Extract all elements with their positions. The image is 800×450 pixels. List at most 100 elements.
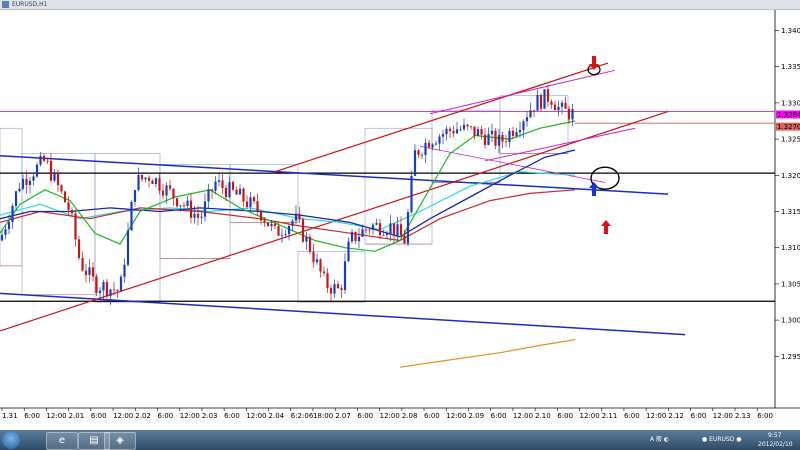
candle-body xyxy=(452,131,455,134)
mt4-icon[interactable]: ◈ xyxy=(104,432,136,450)
candle-body xyxy=(490,130,494,135)
candle-body xyxy=(102,282,105,291)
candle-body xyxy=(263,220,266,223)
candle-body xyxy=(266,222,270,227)
candle-body xyxy=(70,210,74,214)
candle-body xyxy=(242,188,245,202)
time-tick-label: 2.08 xyxy=(402,412,418,420)
time-tick-label: 6:00 xyxy=(557,412,573,420)
candle-body xyxy=(182,205,186,207)
candle-body xyxy=(228,182,231,198)
candle-body xyxy=(382,234,385,236)
candle-body xyxy=(308,236,312,252)
candle-body xyxy=(53,173,56,181)
candle-body xyxy=(196,213,200,218)
time-tick-label: 6:00 xyxy=(691,412,707,420)
candle-body xyxy=(319,259,322,272)
candle-body xyxy=(357,236,361,242)
candle-body xyxy=(298,213,301,220)
tray-clock-date[interactable]: 2012/02/10 xyxy=(758,441,793,449)
candle-body xyxy=(445,128,448,135)
chart-canvas[interactable]: 1.3400 1.3350 1.3300 1.3250 1.3200 1.3150 1.31… xyxy=(0,10,800,430)
candle-body xyxy=(487,134,490,145)
candle-body xyxy=(476,129,480,136)
tray-clock-time[interactable]: 9:57 xyxy=(768,432,781,440)
candle-body xyxy=(200,216,203,218)
candle-body xyxy=(350,231,354,242)
candle-body xyxy=(98,290,102,293)
tray-symbol[interactable]: ● EURUSD ● xyxy=(702,436,741,444)
start-button[interactable] xyxy=(2,431,20,449)
candle-body xyxy=(245,201,249,207)
candle-body xyxy=(399,224,403,236)
time-tick-label: 12:00 xyxy=(46,412,66,420)
candle-body xyxy=(284,234,287,235)
candle-body xyxy=(119,276,123,291)
candle-body xyxy=(259,211,263,221)
candle-body xyxy=(553,104,557,111)
time-tick-label: 2.11 xyxy=(602,412,618,420)
candle-body xyxy=(427,142,431,148)
ie-icon[interactable]: e xyxy=(46,432,78,450)
time-tick-label: 12:00 xyxy=(713,412,733,420)
candle-body xyxy=(126,230,130,265)
candle-body xyxy=(39,155,42,165)
candle-body xyxy=(473,126,476,136)
price-chart[interactable]: 1.3400 1.3350 1.3300 1.3250 1.3200 1.3150 1.31… xyxy=(0,10,800,430)
candle-body xyxy=(252,197,256,202)
candle-body xyxy=(469,126,473,128)
time-tick-label: 6:00 xyxy=(357,412,373,420)
candle-body xyxy=(193,213,196,218)
candle-body xyxy=(116,290,119,291)
candle-body xyxy=(18,188,21,192)
candle-body xyxy=(438,136,441,144)
candle-body xyxy=(294,213,298,221)
time-tick-label: 12:00 xyxy=(180,412,200,420)
candle-body xyxy=(186,200,189,206)
candle-body xyxy=(508,130,511,143)
candle-body xyxy=(448,128,452,132)
candle-body xyxy=(406,212,410,244)
time-tick-label: 2.10 xyxy=(535,412,551,420)
window-title: EURUSD,H1 xyxy=(12,1,48,8)
time-tick-label: 1.31 xyxy=(2,412,18,420)
candle-body xyxy=(81,258,84,271)
candle-body xyxy=(329,288,333,294)
candle-body xyxy=(557,106,560,111)
candle-body xyxy=(371,224,375,230)
metatrader-window: EURUSD,H1 1.3400 1.3350 1.3300 1.3250 1.3200… xyxy=(0,0,800,450)
time-tick-label: 12:00 xyxy=(646,412,666,420)
candle-body xyxy=(214,181,217,191)
candle-body xyxy=(340,288,343,291)
candle-body xyxy=(4,229,7,235)
candle-body xyxy=(60,185,63,192)
candle-body xyxy=(172,188,175,199)
price-tick-label: 1.3200 xyxy=(781,172,800,180)
candle-body xyxy=(224,187,228,198)
candle-body xyxy=(137,174,140,191)
candle-body xyxy=(543,89,546,109)
candle-body xyxy=(483,134,487,145)
candle-body xyxy=(385,233,389,235)
candle-body xyxy=(256,201,259,212)
candle-body xyxy=(455,129,459,134)
candle-body xyxy=(77,239,81,259)
candle-body xyxy=(231,182,235,190)
candle-body xyxy=(546,89,550,102)
candle-body xyxy=(434,143,438,145)
time-tick-label: 12:00 xyxy=(446,412,466,420)
candle-body xyxy=(431,144,434,148)
candle-body xyxy=(105,282,109,297)
candle-body xyxy=(235,189,238,195)
candle-body xyxy=(84,270,88,276)
price-tick-label: 1.3250 xyxy=(781,136,800,144)
candle-body xyxy=(539,95,543,109)
candle-body xyxy=(158,178,161,191)
candle-body xyxy=(522,121,525,130)
price-tick-label: 1.3100 xyxy=(781,244,800,252)
tray-ime[interactable]: A 般 ◐ xyxy=(650,436,669,444)
candle-body xyxy=(564,102,567,109)
candle-body xyxy=(343,261,347,291)
taskbar: e ▤ ◈ A 般 ◐ ● EURUSD ● 9:57 2012/02/10 xyxy=(0,430,800,450)
candle-body xyxy=(14,191,18,206)
